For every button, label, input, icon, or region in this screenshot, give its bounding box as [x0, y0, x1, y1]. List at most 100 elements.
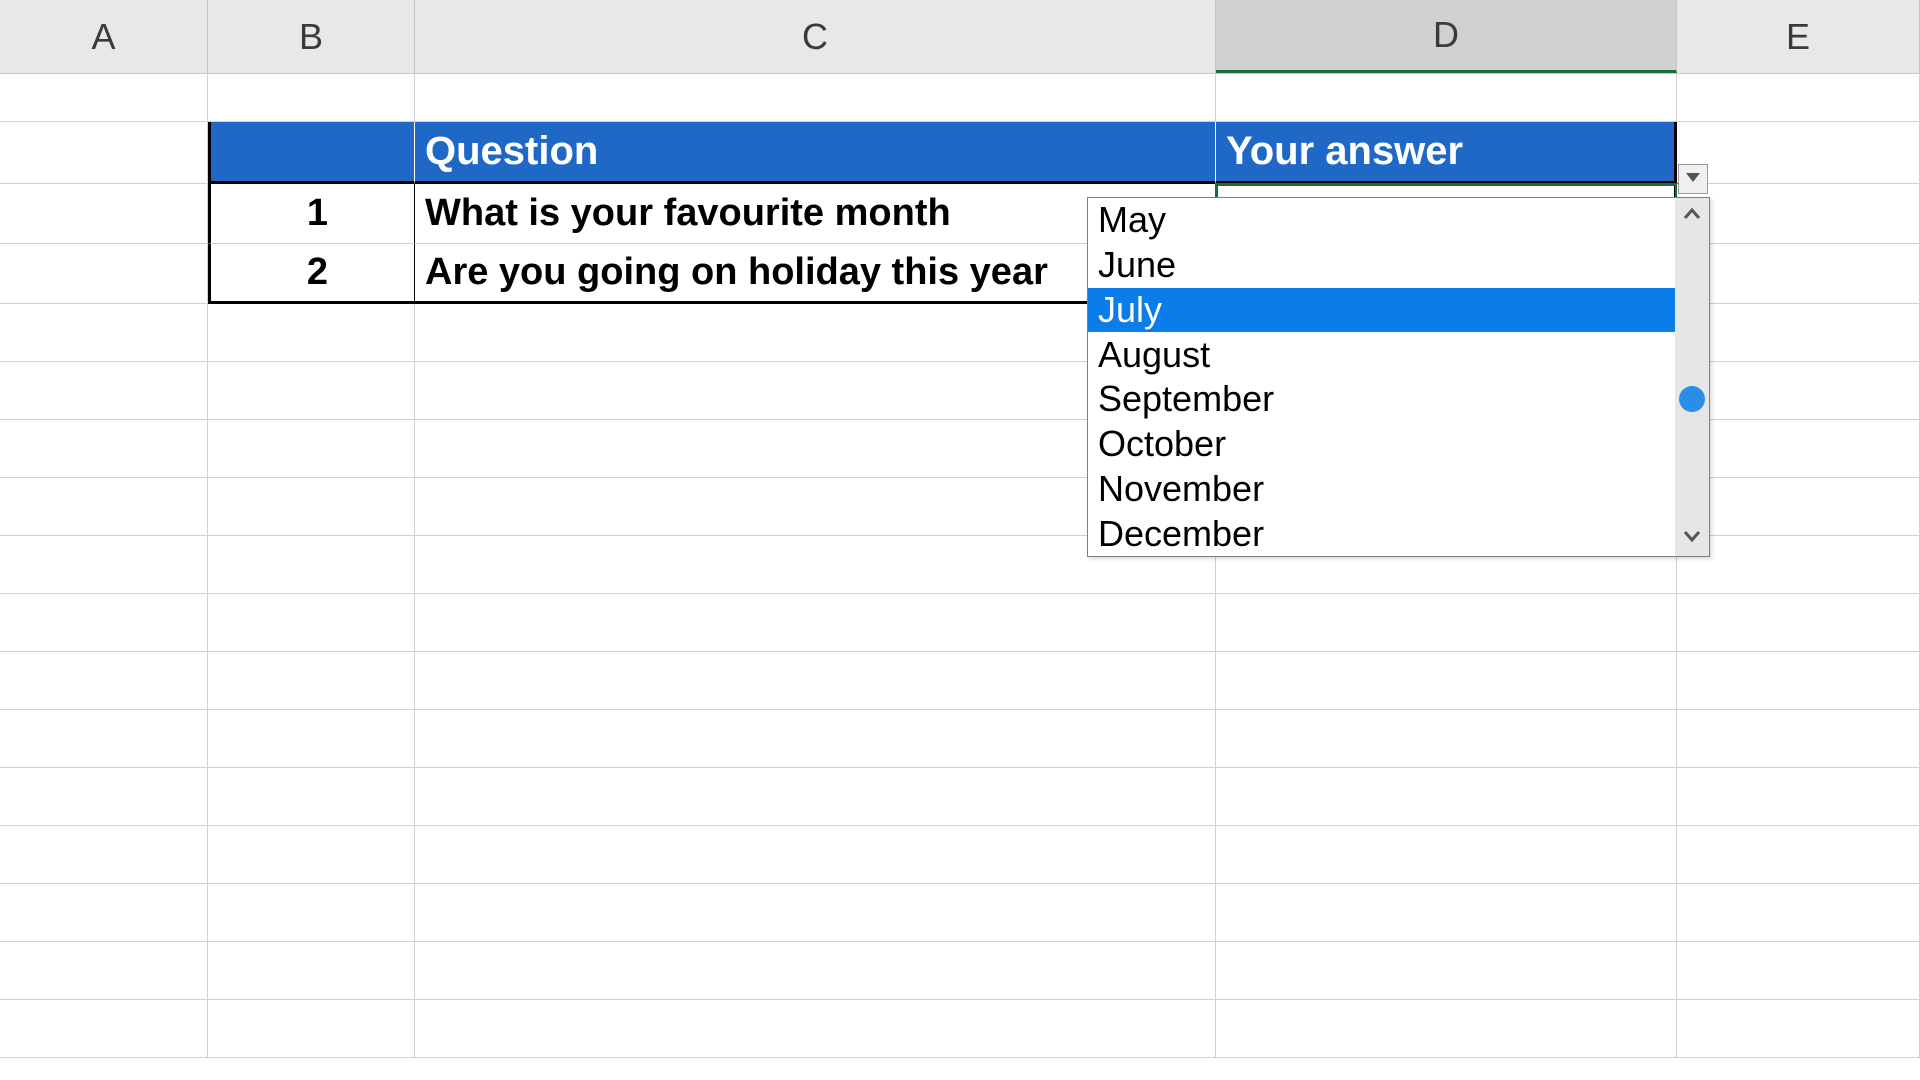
cell[interactable]	[1677, 710, 1920, 768]
cell-A1[interactable]	[0, 74, 208, 122]
row2-num[interactable]: 2	[208, 244, 415, 304]
chevron-up-icon	[1683, 207, 1701, 226]
row1-num[interactable]: 1	[208, 184, 415, 244]
cell[interactable]	[1677, 420, 1920, 478]
table-header-index[interactable]	[208, 122, 415, 184]
cell[interactable]	[415, 884, 1216, 942]
cell[interactable]	[0, 536, 208, 594]
chevron-down-icon	[1686, 170, 1700, 188]
dropdown-items: May June July August September October N…	[1088, 198, 1675, 556]
table-header-row: Question Your answer	[0, 122, 1920, 184]
cell[interactable]	[0, 420, 208, 478]
cell[interactable]	[208, 768, 415, 826]
cell[interactable]	[0, 1000, 208, 1058]
cell-D1[interactable]	[1216, 74, 1677, 122]
col-header-C[interactable]: C	[415, 0, 1216, 73]
cell[interactable]	[208, 304, 415, 362]
cell[interactable]	[1677, 304, 1920, 362]
cell[interactable]	[1216, 594, 1677, 652]
table-header-question[interactable]: Question	[415, 122, 1216, 184]
cell[interactable]	[415, 768, 1216, 826]
cell[interactable]	[0, 710, 208, 768]
scroll-thumb[interactable]	[1679, 386, 1705, 412]
cell-E4[interactable]	[1677, 244, 1920, 304]
row-1	[0, 74, 1920, 122]
cell[interactable]	[0, 594, 208, 652]
cell-B1[interactable]	[208, 74, 415, 122]
cell[interactable]	[1216, 652, 1677, 710]
cell-A2[interactable]	[0, 122, 208, 184]
scroll-track[interactable]	[1675, 234, 1709, 520]
cell[interactable]	[415, 826, 1216, 884]
cell[interactable]	[1216, 1000, 1677, 1058]
cell[interactable]	[1677, 1000, 1920, 1058]
dropdown-item-may[interactable]: May	[1088, 198, 1675, 243]
cell[interactable]	[1677, 594, 1920, 652]
cell[interactable]	[0, 942, 208, 1000]
cell[interactable]	[1677, 536, 1920, 594]
dropdown-item-november[interactable]: November	[1088, 467, 1675, 512]
cell[interactable]	[1216, 710, 1677, 768]
cell-A4[interactable]	[0, 244, 208, 304]
grid: Question Your answer 1 What is your favo…	[0, 74, 1920, 1058]
cell[interactable]	[208, 884, 415, 942]
cell[interactable]	[1677, 884, 1920, 942]
dropdown-scrollbar[interactable]	[1675, 198, 1709, 556]
cell[interactable]	[1677, 362, 1920, 420]
cell[interactable]	[1216, 826, 1677, 884]
cell[interactable]	[1677, 826, 1920, 884]
cell-A3[interactable]	[0, 184, 208, 244]
dropdown-list: May June July August September October N…	[1087, 197, 1710, 557]
cell[interactable]	[415, 1000, 1216, 1058]
spreadsheet: A B C D E Question Your answer 1 What is…	[0, 0, 1920, 1080]
col-header-A[interactable]: A	[0, 0, 208, 73]
dropdown-button[interactable]	[1678, 164, 1708, 194]
cell[interactable]	[1677, 478, 1920, 536]
cell[interactable]	[415, 594, 1216, 652]
cell[interactable]	[208, 652, 415, 710]
cell[interactable]	[208, 420, 415, 478]
table-header-answer[interactable]: Your answer	[1216, 122, 1677, 184]
cell[interactable]	[0, 478, 208, 536]
column-headers: A B C D E	[0, 0, 1920, 74]
cell-E1[interactable]	[1677, 74, 1920, 122]
col-header-E[interactable]: E	[1677, 0, 1920, 73]
cell[interactable]	[208, 710, 415, 768]
dropdown-item-october[interactable]: October	[1088, 422, 1675, 467]
cell[interactable]	[415, 942, 1216, 1000]
cell[interactable]	[1216, 884, 1677, 942]
cell[interactable]	[1677, 652, 1920, 710]
cell[interactable]	[208, 536, 415, 594]
cell[interactable]	[0, 768, 208, 826]
cell[interactable]	[1216, 768, 1677, 826]
cell[interactable]	[0, 652, 208, 710]
cell[interactable]	[208, 362, 415, 420]
cell[interactable]	[415, 710, 1216, 768]
cell[interactable]	[0, 362, 208, 420]
dropdown-item-july[interactable]: July	[1088, 288, 1675, 333]
dropdown-item-december[interactable]: December	[1088, 511, 1675, 556]
cell[interactable]	[0, 304, 208, 362]
cell[interactable]	[208, 826, 415, 884]
cell-C1[interactable]	[415, 74, 1216, 122]
cell[interactable]	[208, 594, 415, 652]
cell[interactable]	[208, 1000, 415, 1058]
scroll-down-button[interactable]	[1675, 520, 1709, 556]
cell[interactable]	[208, 478, 415, 536]
cell[interactable]	[208, 942, 415, 1000]
cell[interactable]	[1216, 942, 1677, 1000]
cell[interactable]	[1677, 942, 1920, 1000]
scroll-up-button[interactable]	[1675, 198, 1709, 234]
cell[interactable]	[415, 652, 1216, 710]
col-header-D[interactable]: D	[1216, 0, 1677, 73]
cell[interactable]	[1677, 768, 1920, 826]
col-header-B[interactable]: B	[208, 0, 415, 73]
cell[interactable]	[0, 826, 208, 884]
dropdown-item-august[interactable]: August	[1088, 332, 1675, 377]
cell[interactable]	[0, 884, 208, 942]
cell-E3[interactable]	[1677, 184, 1920, 244]
dropdown-item-september[interactable]: September	[1088, 377, 1675, 422]
chevron-down-icon	[1683, 529, 1701, 548]
dropdown-item-june[interactable]: June	[1088, 243, 1675, 288]
cell-E2[interactable]	[1677, 122, 1920, 184]
